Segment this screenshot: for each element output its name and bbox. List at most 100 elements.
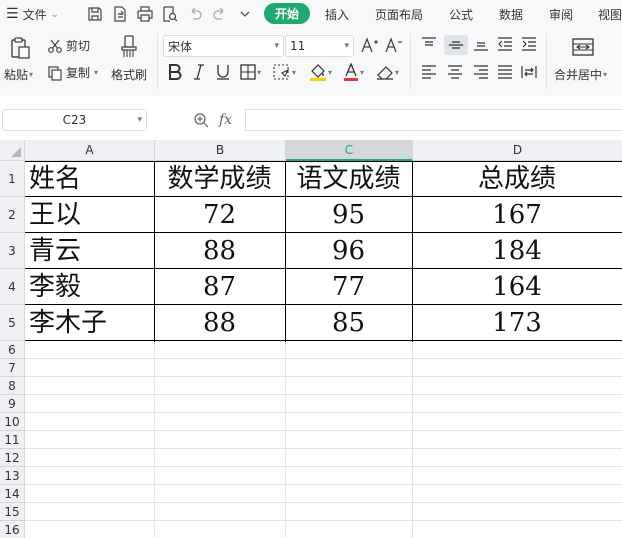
align-middle-icon[interactable] <box>444 35 468 55</box>
merge-center-icon[interactable] <box>572 36 594 58</box>
data-cell[interactable]: 青云 <box>25 233 154 269</box>
header-cell[interactable]: 总成绩 <box>412 161 622 197</box>
font-size-select[interactable]: 11 ▾ <box>285 35 354 57</box>
row-header-14[interactable]: 14 <box>0 485 25 503</box>
bold-icon[interactable] <box>168 64 182 80</box>
copy-button[interactable]: 复制 ▾ <box>47 64 98 81</box>
align-right-icon[interactable] <box>473 65 489 79</box>
data-cell[interactable]: 88 <box>154 233 285 269</box>
caret-down-icon: ▾ <box>274 41 279 51</box>
zoom-search-icon[interactable] <box>193 112 209 128</box>
print-icon[interactable] <box>136 4 154 24</box>
row-header-10[interactable]: 10 <box>0 413 25 431</box>
decrease-font-size-icon[interactable] <box>385 37 403 53</box>
row-header-7[interactable]: 7 <box>0 359 25 377</box>
tab-home[interactable]: 开始 <box>264 3 310 24</box>
tab-page-layout[interactable]: 页面布局 <box>375 4 423 24</box>
caret-down-icon: ▾ <box>257 67 262 77</box>
file-menu[interactable]: ☰ 文件 ⌄ <box>6 4 59 24</box>
decrease-indent-icon[interactable] <box>497 37 513 51</box>
row-header-12[interactable]: 12 <box>0 449 25 467</box>
column-header-b[interactable]: B <box>155 140 286 161</box>
row-header-15[interactable]: 15 <box>0 503 25 521</box>
row-header-4[interactable]: 4 <box>0 269 25 305</box>
ribbon-toolbar: 粘贴 ▾ 剪切 复制 ▾ 格式刷 宋体 ▾ 11 ▾ ▾ ▾ ▾ ▾ ▾ 合并居… <box>0 28 622 96</box>
quick-access-dropdown-icon[interactable] <box>236 4 254 24</box>
export-pdf-icon[interactable] <box>111 4 129 24</box>
align-bottom-icon[interactable] <box>473 37 489 51</box>
increase-indent-icon[interactable] <box>521 37 537 51</box>
gridline <box>25 358 622 359</box>
font-color-button[interactable]: ▾ <box>343 63 364 81</box>
column-header-d[interactable]: D <box>413 140 622 161</box>
cell-area[interactable]: 姓名 数学成绩 语文成绩 总成绩王以 72 95 167 青云 88 96 184 李毅 87 77 164… <box>25 161 622 538</box>
row-header-8[interactable]: 8 <box>0 377 25 395</box>
italic-icon[interactable] <box>193 64 205 80</box>
header-cell[interactable]: 语文成绩 <box>285 161 412 197</box>
data-cell[interactable]: 77 <box>285 269 412 305</box>
clear-button[interactable]: ▾ <box>376 64 399 80</box>
row-header-3[interactable]: 3 <box>0 233 25 269</box>
formula-tools: fx <box>193 112 232 128</box>
tab-review[interactable]: 审阅 <box>549 4 573 24</box>
format-painter-button[interactable]: 格式刷 <box>111 66 147 83</box>
data-cell[interactable]: 167 <box>412 197 622 233</box>
row-header-9[interactable]: 9 <box>0 395 25 413</box>
increase-font-size-icon[interactable] <box>361 37 379 53</box>
formula-input[interactable] <box>245 109 622 131</box>
save-icon[interactable] <box>86 4 104 24</box>
align-center-icon[interactable] <box>447 65 463 79</box>
merge-center-button[interactable]: 合并居中 ▾ <box>554 66 607 83</box>
underline-icon[interactable] <box>216 64 230 80</box>
row-header-2[interactable]: 2 <box>0 197 25 233</box>
align-top-icon[interactable] <box>421 37 437 51</box>
data-cell[interactable]: 95 <box>285 197 412 233</box>
data-cell[interactable]: 96 <box>285 233 412 269</box>
borders-button[interactable]: ▾ <box>240 64 261 80</box>
data-cell[interactable]: 李木子 <box>25 305 154 341</box>
row-header-13[interactable]: 13 <box>0 467 25 485</box>
data-cell[interactable]: 王以 <box>25 197 154 233</box>
row-header-5[interactable]: 5 <box>0 305 25 341</box>
ribbon-divider <box>546 34 547 90</box>
row-header-16[interactable]: 16 <box>0 521 25 538</box>
header-cell[interactable]: 姓名 <box>25 161 154 197</box>
cut-button[interactable]: 剪切 <box>47 37 90 54</box>
tab-insert[interactable]: 插入 <box>325 4 349 24</box>
data-cell[interactable]: 87 <box>154 269 285 305</box>
redo-icon[interactable] <box>211 4 229 24</box>
justify-icon[interactable] <box>497 65 513 79</box>
font-color-icon <box>344 63 358 81</box>
row-header-11[interactable]: 11 <box>0 431 25 449</box>
cell-style-button[interactable]: ▾ <box>273 64 296 80</box>
data-cell[interactable]: 173 <box>412 305 622 341</box>
insert-function-icon[interactable]: fx <box>219 112 232 128</box>
header-cell[interactable]: 数学成绩 <box>154 161 285 197</box>
data-cell[interactable]: 164 <box>412 269 622 305</box>
paste-icon[interactable] <box>8 36 32 60</box>
gridline <box>25 394 622 395</box>
data-cell[interactable]: 88 <box>154 305 285 341</box>
column-header-a[interactable]: A <box>25 140 155 161</box>
data-cell[interactable]: 72 <box>154 197 285 233</box>
row-header-6[interactable]: 6 <box>0 341 25 359</box>
format-painter-label: 格式刷 <box>111 68 148 82</box>
fill-color-button[interactable]: ▾ <box>309 63 332 81</box>
paste-button[interactable]: 粘贴 ▾ <box>4 66 33 83</box>
tab-formulas[interactable]: 公式 <box>449 4 473 24</box>
print-preview-icon[interactable] <box>161 4 179 24</box>
format-painter-icon[interactable] <box>118 34 140 60</box>
data-cell[interactable]: 184 <box>412 233 622 269</box>
undo-icon[interactable] <box>186 4 204 24</box>
column-header-c[interactable]: C <box>286 140 413 161</box>
tab-data[interactable]: 数据 <box>499 4 523 24</box>
name-box[interactable]: C23 ▾ <box>2 109 147 131</box>
select-all-corner[interactable] <box>0 140 25 161</box>
data-cell[interactable]: 85 <box>285 305 412 341</box>
tab-view[interactable]: 视图 <box>598 4 622 24</box>
row-header-1[interactable]: 1 <box>0 161 25 197</box>
data-cell[interactable]: 李毅 <box>25 269 154 305</box>
font-name-select[interactable]: 宋体 ▾ <box>163 35 284 57</box>
align-left-icon[interactable] <box>421 65 437 79</box>
distributed-align-icon[interactable] <box>521 65 537 79</box>
